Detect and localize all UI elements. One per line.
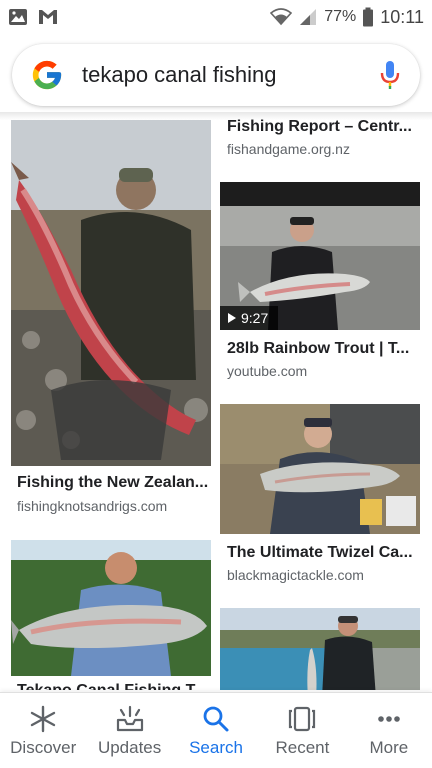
result-card-rainbow-trout-video[interactable]: 9:27 28lb Rainbow Trout | T... youtube.c… [220,182,420,382]
updates-tray-icon [116,705,143,732]
result-card-fishing-nz[interactable]: Fishing the New Zealan... fishingknotsan… [11,120,211,520]
nav-discover[interactable]: Discover [0,693,86,768]
nav-more[interactable]: More [346,693,432,768]
result-title[interactable]: 28lb Rainbow Trout | T... [227,340,417,358]
search-icon [203,706,229,732]
nav-updates[interactable]: Updates [86,693,172,768]
bottom-navigation: Discover Updates Search Recent More [0,692,432,768]
status-bar: 77% 10:11 [0,0,432,34]
result-title[interactable]: Fishing Report – Centr... [227,118,417,136]
result-card-tekapo-canal[interactable]: Tekapo Canal Fishing T... [11,540,211,690]
gmail-icon [39,10,57,24]
status-left-icons [8,8,58,26]
google-g-icon [32,60,62,90]
nav-search[interactable]: Search [173,693,259,768]
nav-label: Recent [275,738,330,757]
status-right: 77% 10:11 [270,7,424,28]
battery-percent: 77% [324,8,357,25]
result-source: fishingknotsandrigs.com [17,498,168,514]
result-card-twizel[interactable]: The Ultimate Twizel Ca... blackmagictack… [220,404,420,604]
result-title[interactable]: Fishing the New Zealan... [17,474,209,492]
mic-icon[interactable] [378,59,402,91]
result-thumbnail[interactable] [11,540,211,676]
result-source: youtube.com [227,363,308,379]
result-thumbnail[interactable] [220,608,420,690]
clock: 10:11 [380,6,424,27]
video-duration: 9:27 [241,310,269,326]
video-duration-badge: 9:27 [220,306,278,330]
search-input[interactable]: tekapo canal fishing [82,62,378,88]
recent-tabs-icon [289,706,316,732]
asterisk-icon [31,705,56,733]
result-title[interactable]: The Ultimate Twizel Ca... [227,544,417,562]
play-icon [228,313,236,323]
result-thumbnail[interactable] [220,404,420,534]
nav-label: Discover [10,738,77,757]
result-source: blackmagictackle.com [227,567,364,583]
result-card-canal-partial[interactable] [220,608,420,690]
search-bar[interactable]: tekapo canal fishing [12,44,420,106]
nav-label: Updates [97,738,162,757]
nav-recent[interactable]: Recent [259,693,345,768]
result-thumbnail[interactable] [11,120,211,466]
more-dots-icon [378,716,400,722]
gallery-icon [9,9,27,25]
wifi-icon [270,8,293,26]
nav-label: More [369,738,409,757]
result-title[interactable]: Tekapo Canal Fishing T... [17,682,209,690]
result-card-fishing-report[interactable]: Fishing Report – Centr... fishandgame.or… [220,112,420,172]
image-results: Fishing Report – Centr... fishandgame.or… [0,112,432,690]
nav-label: Search [189,738,243,757]
signal-icon [300,9,317,25]
result-source: fishandgame.org.nz [227,141,350,157]
battery-icon [363,7,374,27]
